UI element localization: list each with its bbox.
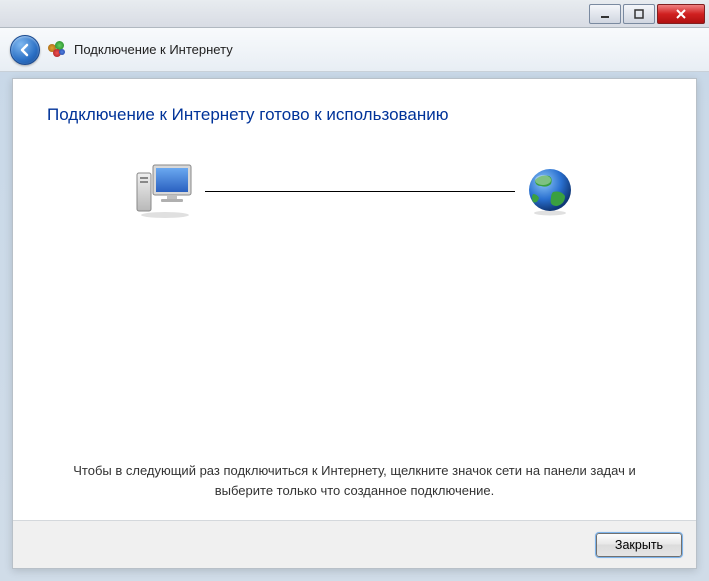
computer-icon xyxy=(135,163,195,219)
wizard-header: Подключение к Интернету xyxy=(0,28,709,72)
maximize-icon xyxy=(634,9,644,19)
back-arrow-icon xyxy=(17,42,33,58)
dialog-frame: Подключение к Интернету готово к использ… xyxy=(12,78,697,569)
network-wizard-icon xyxy=(48,41,66,59)
close-button[interactable]: Закрыть xyxy=(596,533,682,557)
window-close-button[interactable] xyxy=(657,4,705,24)
hint-text: Чтобы в следующий раз подключиться к Инт… xyxy=(73,461,636,500)
window-titlebar xyxy=(0,0,709,28)
page-heading: Подключение к Интернету готово к использ… xyxy=(47,105,662,125)
globe-icon xyxy=(525,166,575,216)
minimize-icon xyxy=(600,9,610,19)
connection-line xyxy=(205,191,515,192)
wizard-title: Подключение к Интернету xyxy=(74,42,233,57)
dialog-footer: Закрыть xyxy=(13,520,696,568)
back-button[interactable] xyxy=(10,35,40,65)
dialog-content: Подключение к Интернету готово к использ… xyxy=(13,79,696,520)
connection-diagram xyxy=(135,163,575,219)
close-icon xyxy=(675,8,687,20)
minimize-button[interactable] xyxy=(589,4,621,24)
maximize-button[interactable] xyxy=(623,4,655,24)
